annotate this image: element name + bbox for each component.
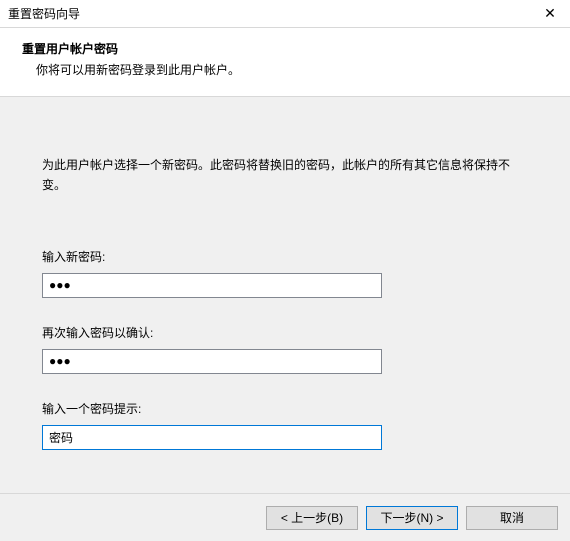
wizard-footer: < 上一步(B) 下一步(N) > 取消 xyxy=(0,493,570,541)
hint-group: 输入一个密码提示: xyxy=(42,400,528,450)
close-icon: ✕ xyxy=(544,5,556,22)
new-password-group: 输入新密码: xyxy=(42,248,528,298)
new-password-label: 输入新密码: xyxy=(42,248,528,265)
wizard-header: 重置用户帐户密码 你将可以用新密码登录到此用户帐户。 xyxy=(0,28,570,97)
close-button[interactable]: ✕ xyxy=(530,0,570,28)
confirm-password-input[interactable] xyxy=(42,349,382,374)
confirm-password-group: 再次输入密码以确认: xyxy=(42,324,528,374)
window-title: 重置密码向导 xyxy=(8,5,80,22)
next-button[interactable]: 下一步(N) > xyxy=(366,506,458,530)
header-subtitle: 你将可以用新密码登录到此用户帐户。 xyxy=(22,61,548,78)
cancel-button[interactable]: 取消 xyxy=(466,506,558,530)
confirm-password-label: 再次输入密码以确认: xyxy=(42,324,528,341)
new-password-input[interactable] xyxy=(42,273,382,298)
header-title: 重置用户帐户密码 xyxy=(22,40,548,57)
hint-input[interactable] xyxy=(42,425,382,450)
hint-label: 输入一个密码提示: xyxy=(42,400,528,417)
wizard-content: 为此用户帐户选择一个新密码。此密码将替换旧的密码，此帐户的所有其它信息将保持不变… xyxy=(0,97,570,493)
titlebar: 重置密码向导 ✕ xyxy=(0,0,570,28)
back-button[interactable]: < 上一步(B) xyxy=(266,506,358,530)
description-text: 为此用户帐户选择一个新密码。此密码将替换旧的密码，此帐户的所有其它信息将保持不变… xyxy=(42,155,528,196)
